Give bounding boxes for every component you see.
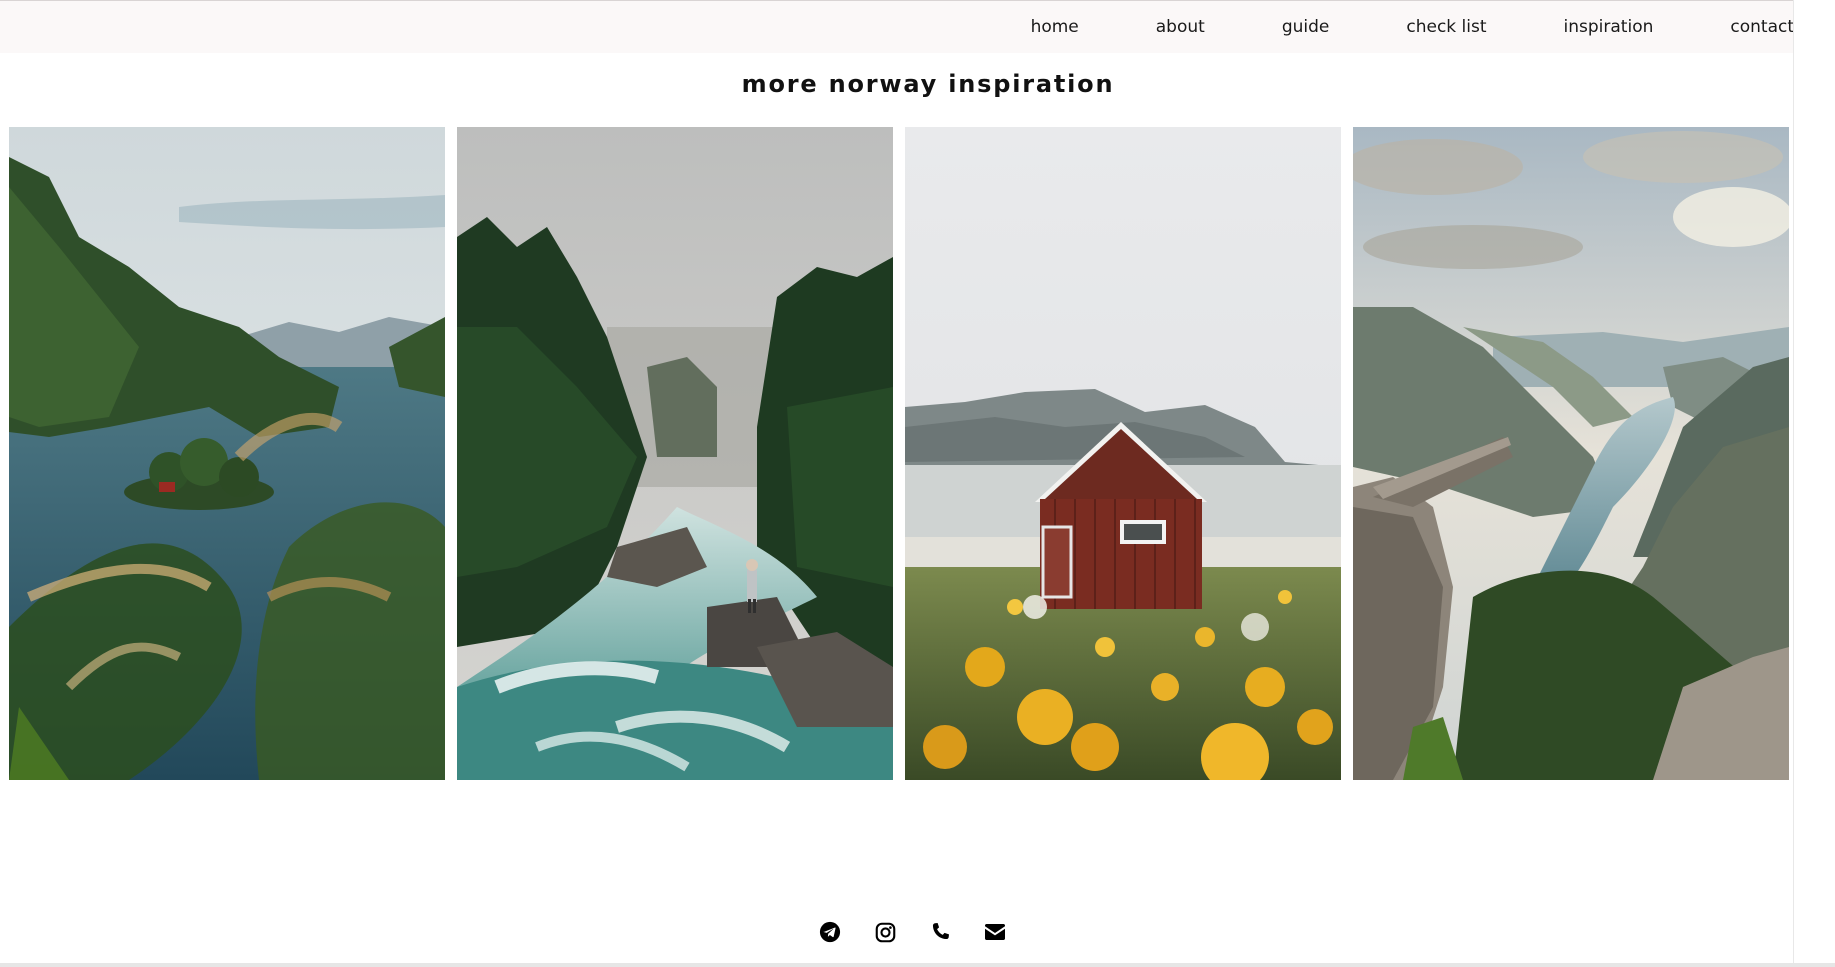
nav-inspiration-link[interactable]: inspiration [1564,17,1654,37]
page-scrollbar-track[interactable] [1793,0,1835,963]
trolltunga-image [1353,127,1789,780]
gallery-photo-fjord-island[interactable] [9,127,445,780]
horizontal-scrollbar[interactable] [0,963,1835,967]
nav-home-link[interactable]: home [1031,17,1079,37]
nav-contact-link[interactable]: contact [1730,17,1794,37]
nav-about-link[interactable]: about [1156,17,1205,37]
fjord-island-image [9,127,445,780]
nav-list: home about guide check list inspiration … [1031,1,1794,53]
telegram-icon[interactable] [818,920,842,944]
instagram-icon[interactable] [873,920,897,944]
navbar: home about guide check list inspiration … [0,1,1835,53]
page: home about guide check list inspiration … [0,0,1835,967]
red-cabin-image [905,127,1341,780]
gallery-photo-trolltunga[interactable] [1353,127,1789,780]
gallery-photo-forest-river[interactable] [457,127,893,780]
page-title: more norway inspiration [741,70,1115,98]
nav-check-list-link[interactable]: check list [1406,17,1486,37]
email-icon[interactable] [983,920,1007,944]
photo-gallery [9,127,1789,780]
phone-icon[interactable] [928,920,952,944]
forest-river-image [457,127,893,780]
gallery-photo-red-cabin[interactable] [905,127,1341,780]
social-links [818,920,1007,944]
nav-guide-link[interactable]: guide [1282,17,1330,37]
